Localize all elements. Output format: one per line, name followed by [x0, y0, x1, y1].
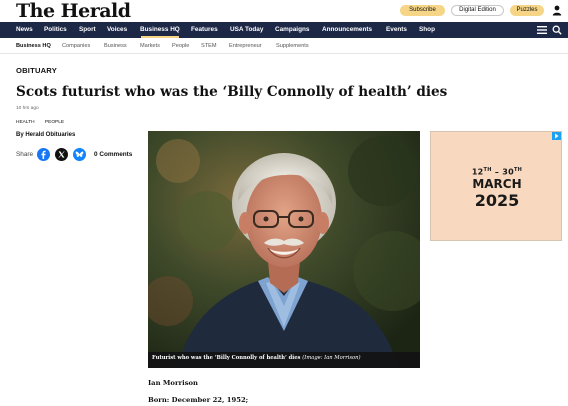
ad-start-day: 12: [471, 167, 484, 177]
subnav-item-entrepreneur[interactable]: Entrepreneur: [229, 38, 262, 54]
caption-text: Futurist who was the ‘Billy Connolly of …: [152, 355, 301, 361]
puzzles-button[interactable]: Puzzles: [510, 5, 544, 16]
ad-choices-badge[interactable]: [552, 132, 561, 140]
nav-item-features[interactable]: Features: [191, 22, 218, 38]
ad-end-suffix: TH: [513, 167, 523, 173]
digital-edition-button[interactable]: Digital Edition: [451, 5, 504, 16]
x-logo-icon: [58, 151, 65, 158]
subnav-item-markets[interactable]: Markets: [140, 38, 160, 54]
site-logo[interactable]: The Herald: [16, 0, 131, 22]
bluesky-share-button[interactable]: [73, 148, 86, 161]
article-headline: Scots futurist who was the ‘Billy Connol…: [16, 84, 448, 100]
nav-item-voices[interactable]: Voices: [107, 22, 127, 38]
tag-people[interactable]: PEOPLE: [45, 120, 64, 125]
article-hero-photo[interactable]: [148, 131, 420, 368]
nav-item-sport[interactable]: Sport: [79, 22, 96, 38]
ad-date-range: 12TH – 30TH: [431, 167, 563, 177]
sub-navigation: Business HQ Companies Business Markets P…: [0, 38, 568, 54]
ad-year: 2025: [474, 191, 520, 210]
nav-item-campaigns[interactable]: Campaigns: [275, 22, 309, 38]
top-header: The Herald Subscribe Digital Edition Puz…: [0, 0, 568, 22]
ad-start-suffix: TH: [483, 167, 492, 173]
nav-item-news[interactable]: News: [16, 22, 33, 38]
ad-choices-icon: [555, 133, 559, 139]
subnav-item-companies[interactable]: Companies: [62, 38, 90, 54]
article-byline[interactable]: By Herald Obituaries: [16, 132, 75, 138]
share-label: Share: [16, 151, 34, 158]
ad-month: MARCH: [472, 177, 522, 191]
hamburger-menu-icon[interactable]: [537, 26, 547, 34]
portrait-photo: [148, 131, 420, 368]
article-tags: HEALTH PEOPLE: [16, 120, 73, 125]
photo-caption: Futurist who was the ‘Billy Connolly of …: [152, 355, 361, 361]
subnav-item-business-hq[interactable]: Business HQ: [16, 38, 51, 54]
subnav-item-people[interactable]: People: [172, 38, 189, 54]
tag-health[interactable]: HEALTH: [16, 120, 35, 125]
subnav-item-stem[interactable]: STEM: [201, 38, 217, 54]
bluesky-butterfly-icon: [75, 151, 84, 157]
facebook-icon: [41, 150, 46, 159]
nav-item-politics[interactable]: Politics: [44, 22, 67, 38]
search-icon[interactable]: [552, 25, 562, 35]
caption-credit: (Image: Ian Morrison): [302, 355, 361, 361]
article-timestamp: 10 hrs ago: [16, 106, 39, 111]
facebook-share-button[interactable]: [37, 148, 50, 161]
ad-date-separator: –: [491, 167, 503, 177]
article-kicker[interactable]: OBITUARY: [16, 66, 57, 75]
subnav-item-supplements[interactable]: Supplements: [276, 38, 309, 54]
main-navigation: News Politics Sport Voices Business HQ F…: [0, 22, 568, 38]
body-paragraph-name: Ian Morrison: [148, 379, 198, 387]
nav-item-announcements[interactable]: Announcements: [322, 22, 372, 38]
subscribe-button[interactable]: Subscribe: [400, 5, 445, 16]
user-account-icon[interactable]: [552, 5, 562, 16]
ad-end-day: 30: [502, 167, 514, 177]
body-paragraph-born: Born: December 22, 1952;: [148, 396, 249, 404]
x-share-button[interactable]: [55, 148, 68, 161]
comments-link[interactable]: 0 Comments: [94, 151, 132, 158]
nav-item-shop[interactable]: Shop: [419, 22, 435, 38]
nav-item-usa-today[interactable]: USA Today: [230, 22, 263, 38]
nav-item-events[interactable]: Events: [386, 22, 407, 38]
advertisement[interactable]: 12TH – 30TH MARCH 2025: [430, 131, 562, 241]
subnav-item-business[interactable]: Business: [104, 38, 127, 54]
